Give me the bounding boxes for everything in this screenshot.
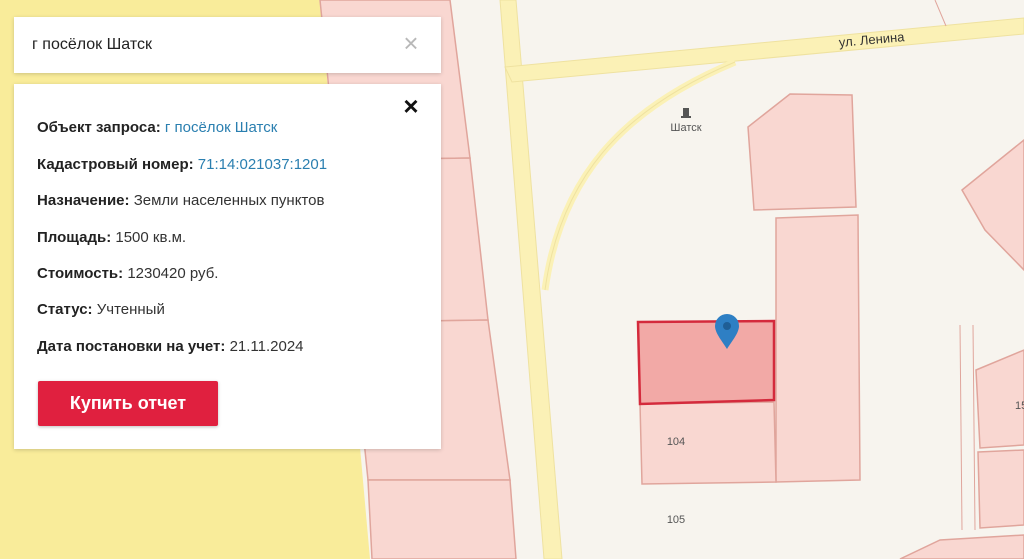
parcel-number-label: 104 xyxy=(667,436,685,448)
info-card: × Объект запроса: г посёлок Шатск Кадаст… xyxy=(14,84,441,449)
info-label: Дата постановки на учет: xyxy=(37,338,226,355)
info-row-area: Площадь: 1500 кв.м. xyxy=(37,229,186,246)
info-label: Назначение: xyxy=(37,192,130,209)
parcel[interactable] xyxy=(367,479,517,559)
selected-parcel[interactable] xyxy=(636,319,776,406)
info-row-date: Дата постановки на учет: 21.11.2024 xyxy=(37,338,304,355)
cadastral-link[interactable]: 71:14:021037:1201 xyxy=(198,156,327,173)
info-label: Стоимость: xyxy=(37,265,124,282)
parcel-number-label: 15 xyxy=(1015,400,1024,412)
info-value: 1230420 руб. xyxy=(127,265,219,282)
buy-report-button[interactable]: Купить отчет xyxy=(38,381,218,426)
parcel[interactable] xyxy=(775,214,861,483)
place-label: Шатск xyxy=(670,122,701,134)
info-row-status: Статус: Учтенный xyxy=(37,301,165,318)
search-box: × xyxy=(14,17,441,73)
clear-icon[interactable]: × xyxy=(399,30,423,56)
info-value: Земли населенных пунктов xyxy=(133,192,325,209)
info-row-cadastral: Кадастровый номер: 71:14:021037:1201 xyxy=(37,156,327,173)
parcel-number-label: 105 xyxy=(667,514,685,526)
info-label: Статус: xyxy=(37,301,93,318)
info-value: 1500 кв.м. xyxy=(115,229,187,246)
close-icon[interactable]: × xyxy=(399,93,423,119)
object-link[interactable]: г посёлок Шатск xyxy=(165,119,277,136)
info-label: Объект запроса: xyxy=(37,119,161,136)
search-input[interactable] xyxy=(32,17,392,73)
parcel[interactable] xyxy=(977,449,1024,529)
info-value: 21.11.2024 xyxy=(229,338,304,355)
info-row-purpose: Назначение: Земли населенных пунктов xyxy=(37,192,324,209)
info-label: Площадь: xyxy=(37,229,112,246)
parcel[interactable] xyxy=(639,401,777,485)
info-row-object: Объект запроса: г посёлок Шатск xyxy=(37,119,277,136)
info-row-cost: Стоимость: 1230420 руб. xyxy=(37,265,218,282)
info-label: Кадастровый номер: xyxy=(37,156,194,173)
info-value: Учтенный xyxy=(96,301,165,318)
